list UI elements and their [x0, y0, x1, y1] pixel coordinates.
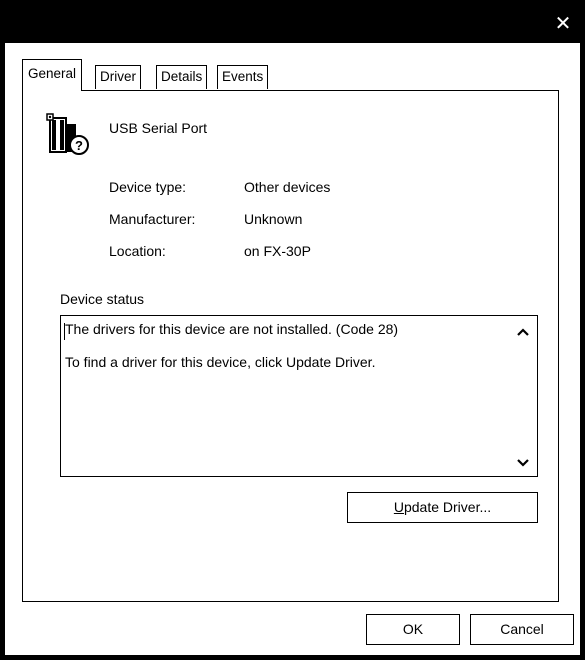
scroll-down-icon[interactable] — [515, 456, 531, 470]
scroll-up-icon[interactable] — [515, 325, 531, 339]
location-label: Location: — [109, 243, 166, 259]
update-driver-mnemonic: U — [393, 499, 404, 515]
title-bar: ✕ — [5, 5, 580, 43]
update-driver-button[interactable]: Update Driver... — [347, 492, 538, 523]
tab-details[interactable]: Details — [156, 65, 208, 89]
close-button[interactable]: ✕ — [550, 11, 576, 37]
manufacturer-label: Manufacturer: — [109, 211, 196, 227]
unknown-device-icon: ? — [46, 113, 89, 155]
device-type-value: Other devices — [244, 179, 331, 195]
tab-driver[interactable]: Driver — [95, 65, 141, 89]
device-status-label: Device status — [60, 291, 145, 307]
tab-general[interactable]: General — [22, 59, 83, 91]
cancel-button[interactable]: Cancel — [470, 614, 574, 645]
tab-events[interactable]: Events — [217, 65, 269, 89]
device-type-label: Device type: — [109, 179, 187, 195]
device-status-textbox[interactable]: The drivers for this device are not inst… — [60, 315, 538, 477]
status-line-1: The drivers for this device are not inst… — [65, 321, 399, 337]
manufacturer-value: Unknown — [244, 211, 303, 227]
location-value: on FX-30P — [244, 243, 311, 259]
device-name: USB Serial Port — [109, 120, 208, 136]
update-driver-label: pdate Driver... — [403, 499, 492, 515]
svg-text:?: ? — [75, 138, 83, 153]
status-line-2: To find a driver for this device, click … — [65, 354, 376, 370]
ok-button[interactable]: OK — [366, 614, 460, 645]
